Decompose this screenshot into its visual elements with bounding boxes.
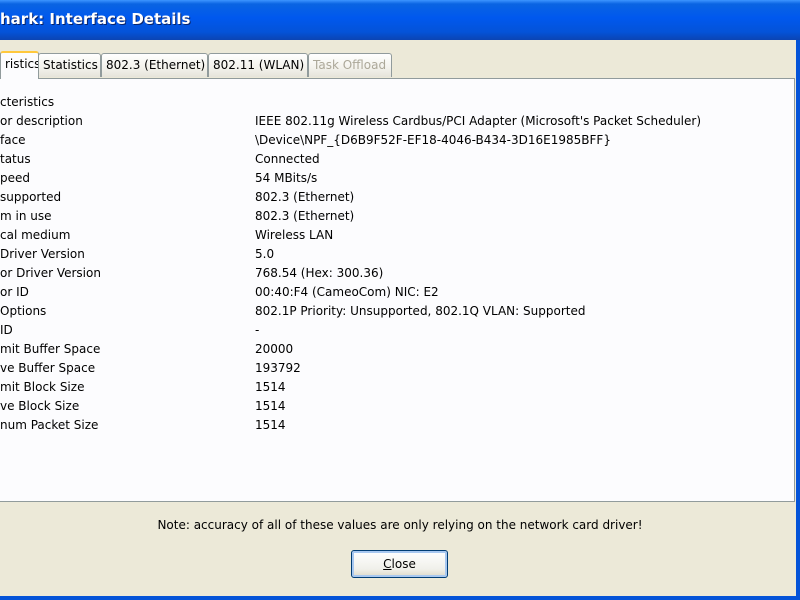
property-label: or ID: [0, 285, 29, 299]
property-label: Driver Version: [0, 247, 85, 261]
property-value: 802.3 (Ethernet): [255, 209, 355, 223]
property-value: 1514: [255, 418, 286, 432]
property-value: \Device\NPF_{D6B9F52F-EF18-4046-B434-3D1…: [255, 133, 611, 147]
property-label: tatus: [0, 152, 31, 166]
property-label: num Packet Size: [0, 418, 99, 432]
property-value: 5.0: [255, 247, 275, 261]
property-label: Options: [0, 304, 47, 318]
property-value: Wireless LAN: [255, 228, 334, 242]
tab-ethernet[interactable]: 802.3 (Ethernet): [101, 53, 208, 77]
tab-characteristics[interactable]: ristics: [0, 51, 39, 79]
property-value: IEEE 802.11g Wireless Cardbus/PCI Adapte…: [255, 114, 702, 128]
window-right-border[interactable]: [796, 40, 800, 600]
title-bar[interactable]: hark: Interface Details: [0, 0, 800, 40]
property-label: peed: [0, 171, 30, 185]
tab-task-offload: Task Offload: [308, 53, 392, 77]
accuracy-note: Note: accuracy of all of these values ar…: [157, 518, 643, 532]
property-label: ve Block Size: [0, 399, 80, 413]
property-value: 00:40:F4 (CameoCom) NIC: E2: [255, 285, 439, 299]
property-label: supported: [0, 190, 62, 204]
window-title: hark: Interface Details: [0, 10, 191, 28]
property-label: or description: [0, 114, 83, 128]
property-label: ID: [0, 323, 13, 337]
property-value: Connected: [255, 152, 320, 166]
property-label: mit Buffer Space: [0, 342, 101, 356]
tab-label: Task Offload: [313, 58, 387, 72]
close-mnemonic: C: [383, 557, 392, 571]
tab-label: ristics: [5, 57, 39, 71]
property-label: face: [0, 133, 26, 147]
tab-label: 802.3 (Ethernet): [106, 58, 206, 72]
property-label: or Driver Version: [0, 266, 101, 280]
window-bottom-border[interactable]: [0, 596, 800, 600]
close-button[interactable]: Close: [351, 550, 448, 578]
property-value: 802.1P Priority: Unsupported, 802.1Q VLA…: [255, 304, 586, 318]
property-value: 54 MBits/s: [255, 171, 318, 185]
property-label: m in use: [0, 209, 52, 223]
property-value: 193792: [255, 361, 301, 375]
close-label: lose: [391, 557, 416, 571]
property-label: cteristics: [0, 95, 55, 109]
property-label: ve Buffer Space: [0, 361, 96, 375]
tab-statistics[interactable]: Statistics: [38, 53, 101, 77]
property-label: cal medium: [0, 228, 71, 242]
characteristics-panel: cteristics or description IEEE 802.11g W…: [0, 78, 795, 502]
property-value: 802.3 (Ethernet): [255, 190, 355, 204]
property-value: 1514: [255, 399, 286, 413]
property-value: 20000: [255, 342, 294, 356]
tab-label: Statistics: [43, 58, 98, 72]
property-label: mit Block Size: [0, 380, 85, 394]
tab-label: 802.11 (WLAN): [213, 58, 305, 72]
property-value: 1514: [255, 380, 286, 394]
property-value: -: [255, 323, 260, 337]
property-value: 768.54 (Hex: 300.36): [255, 266, 384, 280]
tab-wlan[interactable]: 802.11 (WLAN): [208, 53, 308, 77]
